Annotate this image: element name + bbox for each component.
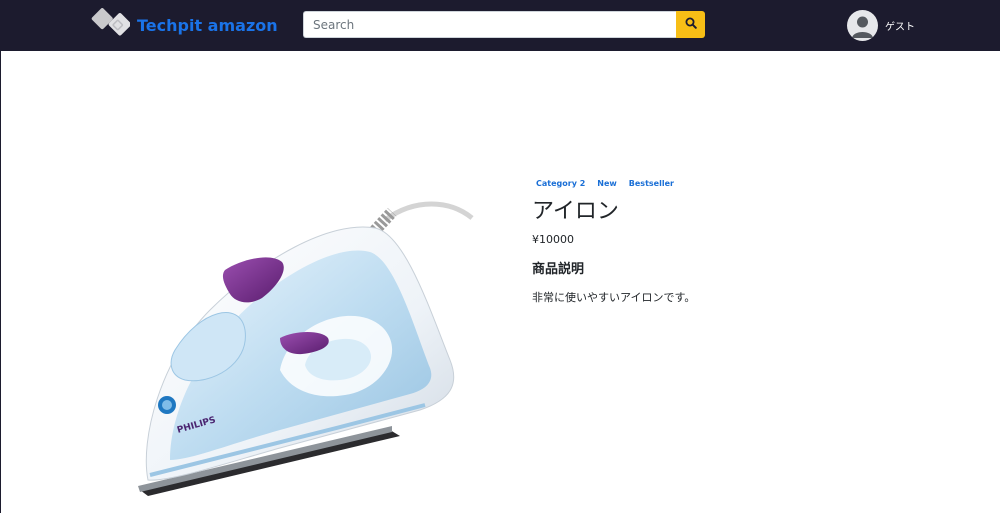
user-name: ゲスト	[885, 22, 915, 33]
product-price: ¥10000	[532, 233, 574, 246]
user-menu[interactable]: ゲスト	[847, 10, 915, 41]
product-image: PHILIPS	[130, 190, 475, 500]
badge-bestseller[interactable]: Bestseller	[625, 176, 678, 191]
product-description: 非常に使いやすいアイロンです。	[532, 291, 696, 304]
product-details: Category 2 New Bestseller アイロン ¥10000 商品…	[532, 176, 932, 305]
product-title: アイロン	[532, 199, 619, 224]
search-icon	[685, 17, 697, 32]
brand-name: Techpit amazon	[137, 15, 278, 35]
badge-new[interactable]: New	[593, 176, 621, 191]
badge-list: Category 2 New Bestseller	[532, 176, 932, 191]
logo-icon	[90, 8, 132, 42]
description-heading: 商品説明	[532, 262, 585, 277]
search-bar	[303, 11, 705, 38]
search-button[interactable]	[676, 11, 705, 38]
search-input[interactable]	[303, 11, 676, 38]
user-avatar-icon	[847, 10, 878, 41]
top-navbar: Techpit amazon ゲスト	[0, 0, 1000, 51]
badge-category[interactable]: Category 2	[532, 176, 589, 191]
brand-link[interactable]: Techpit amazon	[90, 8, 278, 42]
page-border	[0, 51, 1, 513]
